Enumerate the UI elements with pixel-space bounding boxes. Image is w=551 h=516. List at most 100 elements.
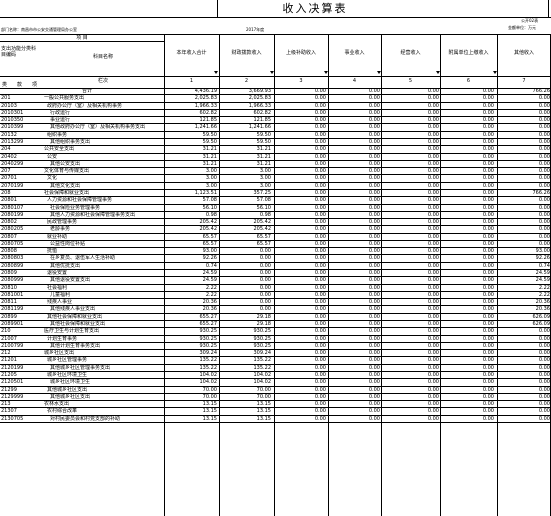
row-operation: 0.00 [427, 386, 439, 393]
row-business: 0.00 [368, 117, 380, 124]
row-business: 0.00 [368, 189, 380, 196]
row-subject-name: 民政管理事务 [47, 219, 78, 226]
row-code: 2080999 [1, 277, 24, 284]
row-other: 0.00 [538, 328, 550, 335]
row-upper: 0.00 [314, 117, 326, 124]
row-subject-name: 退役安置 [47, 270, 68, 277]
row-subsidiary: 0.00 [482, 270, 494, 277]
row-total: 3.00 [205, 168, 217, 175]
row-upper: 0.00 [314, 277, 326, 284]
row-subsidiary: 0.00 [482, 226, 494, 233]
row-code: 2080107 [1, 204, 24, 211]
row-code: 2100799 [1, 342, 24, 349]
header-subsidiary: 附属单位上缴收入 [448, 50, 489, 56]
filter-arrow-icon[interactable] [324, 71, 328, 74]
row-total: 65.57 [202, 233, 217, 240]
row-fiscal: 70.00 [256, 386, 271, 393]
row-business: 0.00 [368, 95, 380, 102]
table-row: 2010399 其他政府办公厅（室）及相关机构事务支出 1,241.66 1,241.… [0, 124, 551, 132]
row-upper: 0.00 [314, 350, 326, 357]
row-fiscal: 357.25 [253, 189, 272, 196]
row-upper: 0.00 [314, 364, 326, 371]
row-operation: 0.00 [427, 270, 439, 277]
row-upper: 0.00 [314, 371, 326, 378]
row-code: 2081001 [1, 291, 24, 298]
row-total: 602.82 [199, 109, 218, 116]
filter-arrow-icon[interactable] [270, 71, 274, 74]
header-func-code: 支出功能分类科目编码 [1, 46, 37, 58]
row-operation: 0.00 [427, 88, 439, 94]
row-subsidiary: 0.00 [482, 146, 494, 153]
row-subsidiary: 0.00 [482, 328, 494, 335]
table-row: 2070199 其他文化支出 3.00 3.00 0.00 0.00 0.00 0.00 0.0… [0, 183, 551, 190]
row-business: 0.00 [368, 393, 380, 400]
row-total: 70.00 [202, 386, 217, 393]
row-other: 0.00 [538, 393, 550, 400]
table-row: 20807 就业补助 65.57 65.57 0.00 0.00 0.00 0.00 0.00 [0, 234, 551, 241]
row-upper: 0.00 [314, 379, 326, 386]
table-row: 20701 文化 3.00 3.00 0.00 0.00 0.00 0.00 0.00 [0, 175, 551, 183]
row-subsidiary: 0.00 [482, 124, 494, 131]
table-row: 2080705 公益性岗位补贴 65.57 65.57 0.00 0.00 0.00 0.00… [0, 241, 551, 249]
row-subsidiary: 0.00 [482, 109, 494, 116]
row-business: 0.00 [368, 379, 380, 386]
filter-arrow-icon[interactable] [436, 71, 440, 74]
row-operation: 0.00 [427, 102, 439, 109]
unit-label: 金额单位：万元 [508, 25, 536, 30]
row-total: 3.00 [205, 182, 217, 189]
row-upper: 0.00 [314, 393, 326, 400]
row-code: 20807 [1, 233, 17, 240]
row-subject-name: 其他城乡社区管理事务支出 [50, 364, 111, 371]
row-code: 21205 [1, 371, 17, 378]
filter-arrow-icon[interactable] [377, 71, 381, 74]
row-code: 204 [1, 146, 11, 153]
row-business: 0.00 [368, 131, 380, 138]
row-business: 0.00 [368, 160, 380, 167]
row-subsidiary: 0.00 [482, 291, 494, 298]
header-line [0, 76, 551, 77]
row-other: 0.74 [538, 262, 550, 269]
row-subject-name: 就业补助 [47, 233, 68, 240]
row-total: 205.42 [199, 219, 218, 226]
row-subsidiary: 0.00 [482, 197, 494, 204]
row-total: 121.85 [199, 117, 218, 124]
row-upper: 0.00 [314, 182, 326, 189]
row-subsidiary: 0.00 [482, 379, 494, 386]
row-subsidiary: 0.00 [482, 138, 494, 145]
row-fiscal: 70.00 [256, 393, 271, 400]
row-total: 930.25 [199, 328, 218, 335]
row-code: 2080205 [1, 226, 24, 233]
row-subject-name: 事业运行 [50, 117, 71, 124]
row-subsidiary: 0.00 [482, 299, 494, 306]
row-fiscal: 3.00 [259, 168, 271, 175]
row-subject-name: 其他残疾人事业支出 [50, 306, 96, 313]
row-fiscal: 13.15 [256, 415, 271, 422]
row-total: 13.15 [202, 401, 217, 408]
row-total: 31.21 [202, 153, 217, 160]
row-subsidiary: 0.00 [482, 371, 494, 378]
header-business: 事业收入 [344, 50, 365, 56]
row-other: 0.00 [538, 211, 550, 218]
row-business: 0.00 [368, 350, 380, 357]
row-total: 13.15 [202, 408, 217, 415]
row-business: 0.00 [368, 109, 380, 116]
row-subject-name: 文化 [47, 175, 58, 182]
filter-arrow-icon[interactable] [493, 71, 497, 74]
header-operation: 经营收入 [400, 50, 421, 56]
row-code: 208 [1, 189, 11, 196]
row-total: 135.22 [199, 357, 218, 364]
header-total: 本年收入合计 [176, 50, 207, 56]
row-subsidiary: 0.00 [482, 313, 494, 320]
row-fiscal: 31.21 [256, 153, 271, 160]
table-row: 207 文化体育与传媒支出 3.00 3.00 0.00 0.00 0.00 0.00 0.00 [0, 168, 551, 176]
row-subject-name: 文化体育与传媒支出 [44, 168, 90, 175]
row-subsidiary: 0.00 [482, 401, 494, 408]
table-row: 2089901 其他社会保障和就业支出 655.27 29.18 0.00 0.00 0.0… [0, 321, 551, 329]
row-upper: 0.00 [314, 306, 326, 313]
row-code: 2070199 [1, 182, 24, 189]
filter-arrow-icon[interactable] [214, 71, 218, 74]
row-fiscal: 205.42 [253, 226, 272, 233]
row-code: 2081199 [1, 306, 24, 313]
row-subsidiary: 0.00 [482, 277, 494, 284]
row-fiscal: 13.15 [256, 401, 271, 408]
